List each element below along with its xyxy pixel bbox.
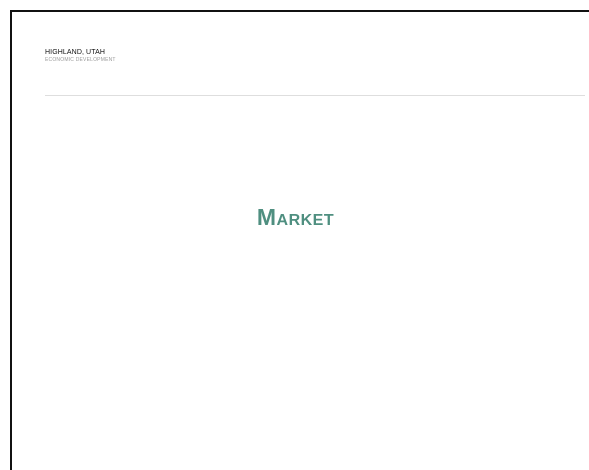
- document-page: HIGHLAND, UTAH ECONOMIC DEVELOPMENT Mark…: [10, 10, 589, 470]
- header-divider: [45, 95, 585, 96]
- organization-subtitle: ECONOMIC DEVELOPMENT: [45, 57, 116, 63]
- organization-title: HIGHLAND, UTAH: [45, 49, 105, 56]
- document-header: HIGHLAND, UTAH ECONOMIC DEVELOPMENT: [45, 49, 116, 64]
- section-title: Market: [256, 204, 335, 230]
